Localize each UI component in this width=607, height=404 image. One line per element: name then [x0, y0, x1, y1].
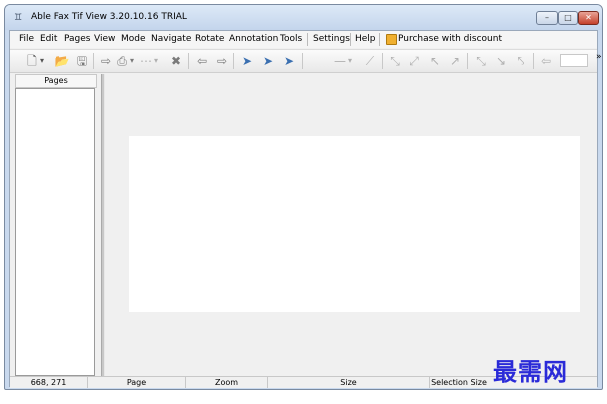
connector-tool-icon[interactable]: ↘ — [493, 53, 509, 69]
cart-icon — [386, 34, 397, 45]
menu-rotate[interactable]: Rotate — [195, 34, 224, 44]
pages-panel: Pages — [15, 74, 100, 378]
pages-panel-header: Pages — [15, 74, 97, 88]
double-arrow-tool-icon[interactable]: ⤢ — [406, 53, 422, 69]
app-icon: ♊ — [14, 13, 23, 23]
menu-annotation[interactable]: Annotation — [229, 34, 278, 44]
toolbar-separator — [302, 53, 303, 69]
toolbar-separator — [188, 53, 189, 69]
menu-separator — [350, 33, 351, 46]
zoom-input[interactable] — [560, 54, 588, 67]
previous-page-icon[interactable]: ⇦ — [194, 53, 210, 69]
pen-dropdown-icon: ▾ — [347, 56, 352, 65]
print-dropdown-icon: ▾ — [153, 56, 158, 65]
open-folder-icon[interactable]: 📂 — [54, 53, 70, 69]
menu-edit[interactable]: Edit — [40, 34, 57, 44]
window-title: Able Fax Tif View 3.20.10.16 TRIAL — [31, 12, 187, 22]
resize-tool-icon[interactable]: ⤡ — [473, 53, 489, 69]
line-tool-icon[interactable]: ⟋ — [362, 53, 378, 69]
status-page: Page — [88, 377, 186, 388]
rotate-left-icon[interactable]: ➤ — [239, 53, 255, 69]
menu-purchase[interactable]: Purchase with discount — [398, 34, 502, 44]
menu-tools[interactable]: Tools — [280, 34, 302, 44]
menu-pages[interactable]: Pages — [64, 34, 90, 44]
menu-settings[interactable]: Settings — [313, 34, 350, 44]
toolbar-separator — [382, 53, 383, 69]
toolbar: 🗋 ▾ 📂 🖫 ⇨ ⎙ ▾ ⋯ ▾ ✖ ⇦ ⇨ ➤ ➤ ➤ — ▾ ⟋ ⤡ ⤢ … — [10, 49, 602, 73]
client-area: File Edit Pages View Mode Navigate Rotat… — [9, 30, 602, 388]
scan-dropdown-icon[interactable]: ▾ — [128, 53, 136, 69]
app-window: ♊ Able Fax Tif View 3.20.10.16 TRIAL – □… — [4, 4, 603, 390]
menu-mode[interactable]: Mode — [121, 34, 146, 44]
toolbar-separator — [533, 53, 534, 69]
menu-help[interactable]: Help — [355, 34, 376, 44]
export-icon[interactable]: ⇨ — [98, 53, 114, 69]
undo-icon[interactable]: ⇦ — [538, 53, 554, 69]
status-zoom: Zoom — [186, 377, 268, 388]
toolbar-separator — [467, 53, 468, 69]
stamp-tool-icon[interactable]: ⤣ — [513, 53, 529, 69]
pages-thumbnail-list[interactable] — [15, 88, 95, 376]
document-viewer[interactable] — [107, 74, 595, 378]
toolbar-overflow-chevron-icon[interactable]: » — [596, 52, 602, 62]
highlight-tool-icon[interactable]: ↗ — [447, 53, 463, 69]
save-icon[interactable]: 🖫 — [74, 53, 90, 69]
pointer-tool-icon[interactable]: ↖ — [427, 53, 443, 69]
menu-view[interactable]: View — [94, 34, 115, 44]
menu-separator — [307, 33, 308, 46]
toolbar-separator — [93, 53, 94, 69]
delete-icon[interactable]: ✖ — [168, 53, 184, 69]
minimize-button[interactable]: – — [536, 11, 558, 25]
menu-file[interactable]: File — [19, 34, 34, 44]
menu-separator — [379, 33, 380, 46]
status-coordinates: 668, 271 — [10, 377, 88, 388]
arrow-tool-icon[interactable]: ⤡ — [387, 53, 403, 69]
menu-bar: File Edit Pages View Mode Navigate Rotat… — [10, 31, 597, 48]
rotate-right-icon[interactable]: ➤ — [260, 53, 276, 69]
page-canvas[interactable] — [129, 136, 580, 312]
close-button[interactable]: ✕ — [578, 11, 599, 25]
status-selection-size: Selection Size — [431, 378, 487, 387]
maximize-button[interactable]: □ — [558, 11, 578, 25]
menu-navigate[interactable]: Navigate — [151, 34, 191, 44]
title-bar[interactable]: ♊ Able Fax Tif View 3.20.10.16 TRIAL – □… — [5, 5, 602, 30]
rotate-180-icon[interactable]: ➤ — [281, 53, 297, 69]
toolbar-separator — [233, 53, 234, 69]
panel-splitter[interactable] — [101, 74, 105, 378]
watermark-logo: 最需网 — [493, 357, 568, 386]
new-dropdown-icon[interactable]: ▾ — [38, 53, 46, 69]
status-size: Size — [268, 377, 430, 388]
next-page-icon[interactable]: ⇨ — [214, 53, 230, 69]
